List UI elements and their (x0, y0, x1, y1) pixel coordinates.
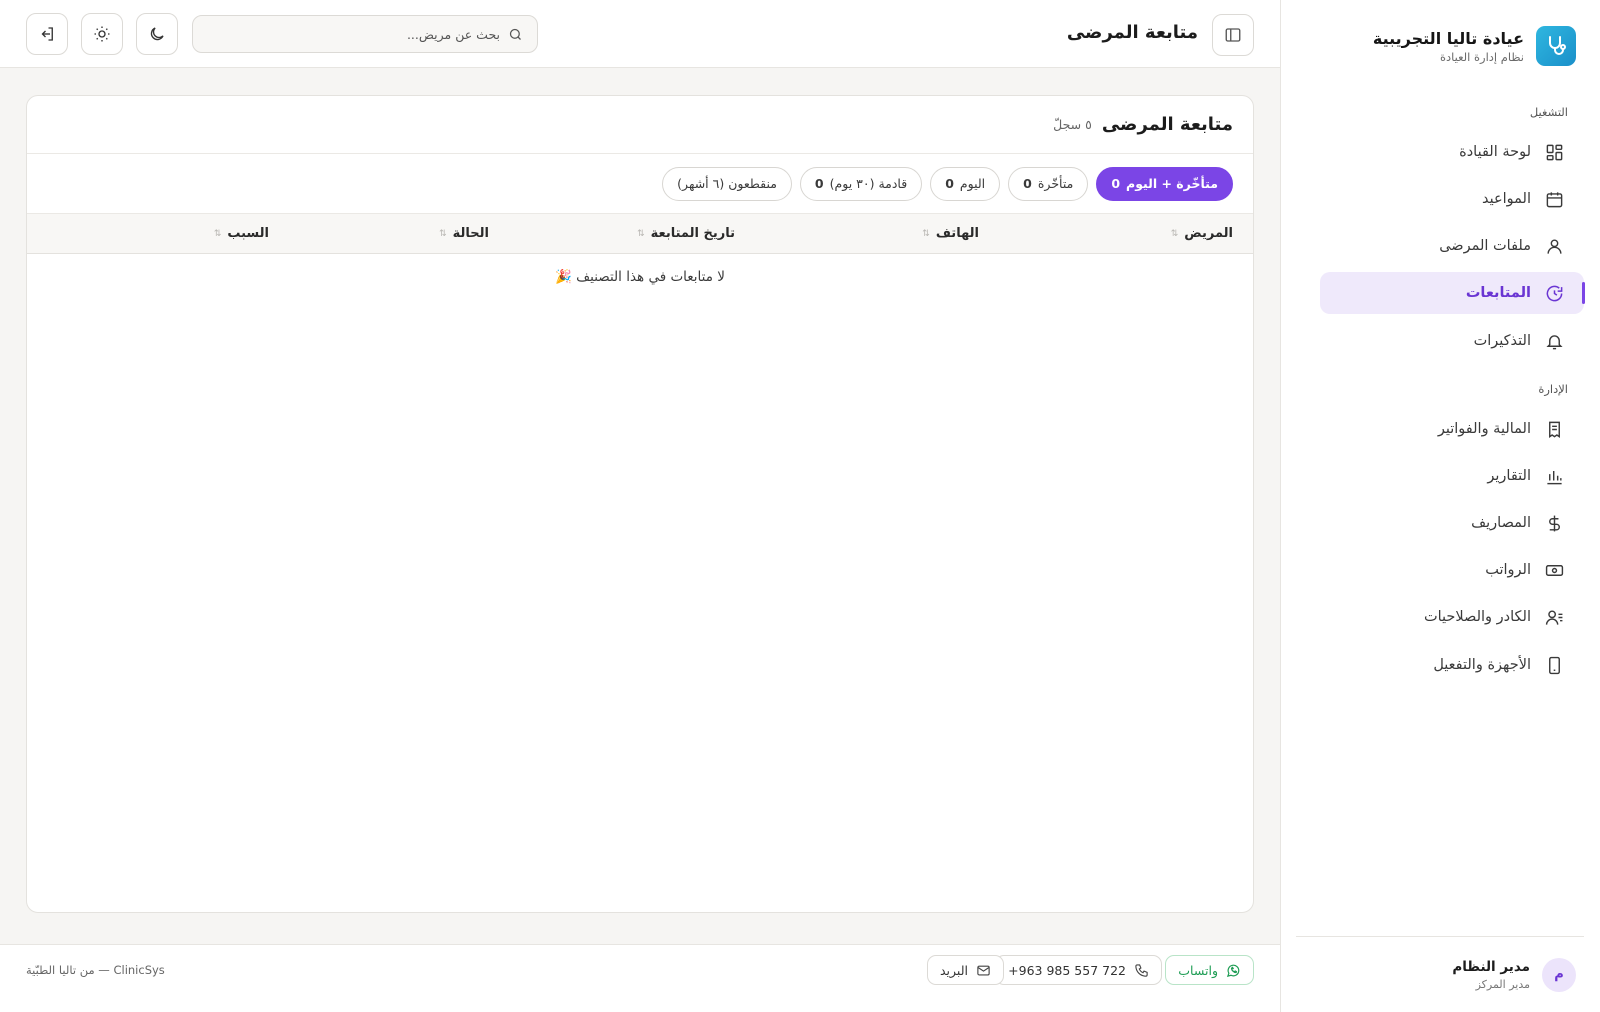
search-input[interactable] (193, 26, 500, 42)
logout-button[interactable] (26, 13, 68, 55)
card-title: متابعة المرضى (1101, 114, 1233, 135)
filter-overdue[interactable]: متأخّرة 0 (1008, 166, 1089, 201)
brand-subtitle: نظام إدارة العيادة (1439, 49, 1524, 64)
refresh-clock-icon (1546, 285, 1563, 301)
search-icon (509, 28, 521, 40)
sidebar-item-reminders[interactable]: التذكيرات (1320, 320, 1584, 362)
users-list-icon (1545, 609, 1563, 625)
user-role: مدير المركز (1475, 977, 1530, 991)
sidebar-item-label: التذكيرات (1473, 333, 1531, 349)
dollar-icon (1549, 515, 1560, 531)
sidebar-item-expenses[interactable]: المصاريف (1320, 502, 1584, 544)
sidebar-item-appointments[interactable]: المواعيد (1320, 178, 1584, 220)
phone-button[interactable]: +963 985 557 722 (995, 955, 1162, 985)
stethoscope-icon (1536, 26, 1576, 66)
sidebar-item-label: المتابعات (1465, 285, 1531, 301)
sidebar-item-salaries[interactable]: الرواتب (1320, 549, 1584, 591)
user-icon (1547, 238, 1562, 254)
moon-icon (150, 27, 164, 41)
filter-today[interactable]: اليوم 0 (930, 166, 1001, 201)
empty-state-message: لا متابعات في هذا التصنيف 🎉 (555, 269, 725, 285)
column-phone[interactable]: الهاتف ⇅ (735, 226, 979, 241)
light-mode-button[interactable] (81, 13, 123, 55)
receipt-icon (1549, 421, 1560, 438)
banknote-icon (1545, 564, 1564, 576)
top-header: متابعة المرضى (0, 0, 1280, 68)
sidebar-item-dashboard[interactable]: لوحة القيادة (1320, 131, 1584, 173)
sidebar-item-staff[interactable]: الكادر والصلاحيات (1320, 596, 1584, 638)
sidebar-item-devices[interactable]: الأجهزة والتفعيل (1320, 644, 1584, 686)
whatsapp-icon (1226, 964, 1240, 977)
sidebar: عيادة تاليا التجريبية نظام إدارة العيادة… (1280, 0, 1600, 1012)
search-box[interactable] (192, 15, 538, 53)
column-reason[interactable]: السبب ⇅ (69, 226, 269, 241)
user-name: مدير النظام (1452, 958, 1530, 975)
sidebar-item-label: الرواتب (1485, 562, 1531, 578)
column-patient[interactable]: المريض ⇅ (979, 226, 1233, 241)
user-profile[interactable]: م مدير النظام مدير المركز (1296, 936, 1584, 1012)
filter-overdue-today[interactable]: متأخّرة + اليوم 0 (1096, 166, 1233, 201)
mail-icon (977, 965, 990, 975)
filter-upcoming[interactable]: قادمة (٣٠ يوم) 0 (799, 166, 923, 201)
page-title: متابعة المرضى (1066, 22, 1198, 43)
email-button[interactable]: البريد (927, 955, 1004, 985)
sort-icon: ⇅ (637, 228, 645, 239)
sidebar-item-label: لوحة القيادة (1459, 144, 1531, 160)
sidebar-toggle-button[interactable] (1212, 14, 1254, 56)
filter-tabs: متأخّرة + اليوم 0 متأخّرة 0 اليوم 0 قادم… (27, 154, 1253, 214)
sidebar-panel-icon (1225, 28, 1241, 42)
nav-section-admin: الإدارة (1538, 382, 1568, 396)
footer: واتساب +963 985 557 722 البريد ClinicSys… (0, 944, 1280, 1012)
footer-credit: ClinicSys — من تاليا الطبّية (26, 963, 165, 977)
sidebar-item-finance[interactable]: المالية والفواتير (1320, 408, 1584, 450)
filter-lapsed[interactable]: منقطعون (٦ أشهر) (662, 166, 792, 201)
sort-icon: ⇅ (1170, 228, 1179, 239)
column-status[interactable]: الحالة ⇅ (269, 226, 489, 241)
brand-name: عيادة تاليا التجريبية (1372, 28, 1524, 48)
logout-icon (41, 27, 53, 41)
nav-section-operations: التشغيل (1529, 105, 1568, 119)
avatar: م (1542, 957, 1576, 992)
followups-card: متابعة المرضى ٥ سجلّ متأخّرة + اليوم 0 م… (26, 95, 1254, 913)
sort-icon: ⇅ (922, 228, 930, 239)
sidebar-item-reports[interactable]: التقارير (1320, 455, 1584, 497)
sort-icon: ⇅ (213, 228, 222, 239)
phone-icon (1135, 963, 1148, 977)
sun-icon (94, 26, 110, 42)
sidebar-item-label: المواعيد (1482, 191, 1531, 207)
sidebar-item-followups[interactable]: المتابعات (1320, 272, 1585, 314)
dark-mode-button[interactable] (136, 13, 178, 55)
brand[interactable]: عيادة تاليا التجريبية نظام إدارة العيادة (1373, 26, 1576, 66)
sidebar-item-label: الأجهزة والتفعيل (1433, 657, 1531, 673)
smartphone-icon (1549, 656, 1560, 674)
sort-icon: ⇅ (439, 228, 447, 239)
record-count: ٥ سجلّ (1053, 117, 1092, 132)
sidebar-item-label: التقارير (1487, 468, 1531, 484)
card-header: متابعة المرضى ٥ سجلّ (27, 96, 1253, 154)
sidebar-item-label: الكادر والصلاحيات (1423, 609, 1531, 625)
sidebar-item-label: المالية والفواتير (1437, 421, 1531, 437)
whatsapp-button[interactable]: واتساب (1165, 955, 1254, 985)
grid-icon (1546, 144, 1563, 160)
table-header: المريض ⇅ الهاتف ⇅ تاريخ المتابعة ⇅ الحالة ⇅ … (27, 214, 1253, 254)
sidebar-item-patient-files[interactable]: ملفات المرضى (1320, 225, 1584, 267)
sidebar-item-label: ملفات المرضى (1439, 238, 1531, 254)
calendar-icon (1546, 191, 1563, 207)
bell-icon (1546, 334, 1563, 349)
sidebar-item-label: المصاريف (1471, 515, 1531, 531)
column-followup-date[interactable]: تاريخ المتابعة ⇅ (489, 226, 735, 241)
bar-chart-icon (1547, 470, 1562, 484)
